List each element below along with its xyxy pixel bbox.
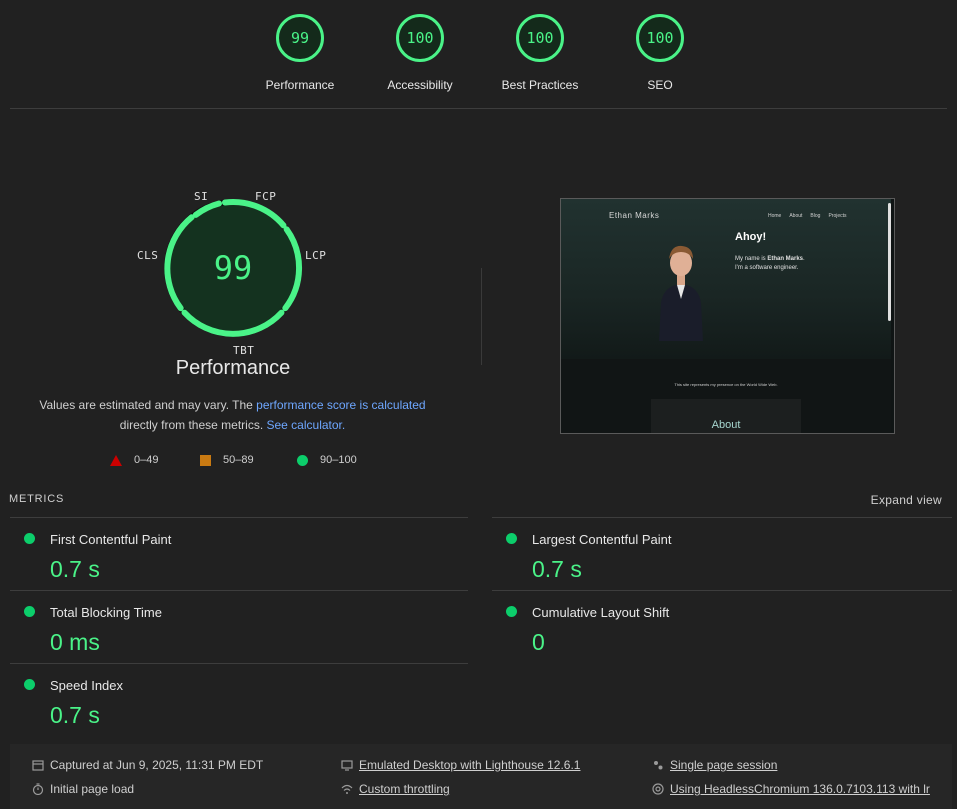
legend-average: 50–89 bbox=[200, 454, 254, 466]
emulated-device[interactable]: Emulated Desktop with Lighthouse 12.6.1 bbox=[341, 758, 580, 772]
intro-name: Ethan Marks bbox=[767, 256, 804, 262]
legend-average-label: 50–89 bbox=[223, 454, 254, 466]
initial-load-text: Initial page load bbox=[50, 782, 135, 796]
nav-blog: Blog bbox=[810, 213, 821, 219]
session-link[interactable]: Single page session bbox=[670, 758, 777, 772]
see-calculator-link[interactable]: See calculator. bbox=[267, 418, 346, 432]
captured-at-text: Captured at Jun 9, 2025, 11:31 PM EDT bbox=[50, 758, 264, 772]
metric-name: Speed Index bbox=[50, 678, 124, 693]
si-label: SI bbox=[194, 190, 209, 203]
emulated-device-link[interactable]: Emulated Desktop with Lighthouse 12.6.1 bbox=[359, 758, 580, 772]
pass-icon bbox=[506, 606, 517, 617]
score-legend: 0–49 50–89 90–100 bbox=[0, 454, 470, 470]
metric-name: Cumulative Layout Shift bbox=[532, 605, 670, 620]
portrait-image bbox=[659, 245, 703, 341]
metric-name: Largest Contentful Paint bbox=[532, 532, 672, 547]
tbt-label: TBT bbox=[233, 344, 255, 357]
hero-intro: My name is Ethan Marks. I'm a software e… bbox=[735, 255, 845, 273]
gauge-seo[interactable]: 100 SEO bbox=[610, 14, 710, 92]
initial-load: Initial page load bbox=[32, 782, 134, 796]
intro-post: . bbox=[803, 256, 805, 262]
timer-icon bbox=[32, 783, 44, 795]
browser-link[interactable]: Using HeadlessChromium 136.0.7103.113 wi… bbox=[670, 782, 930, 796]
legend-bad-label: 0–49 bbox=[134, 454, 159, 466]
metric-value: 0 bbox=[532, 629, 545, 655]
legend-bad: 0–49 bbox=[110, 454, 158, 466]
seo-label: SEO bbox=[647, 78, 673, 92]
site-nav: Home About Blog Projects bbox=[768, 213, 847, 219]
lcp-label: LCP bbox=[305, 249, 327, 262]
nav-projects: Projects bbox=[828, 213, 847, 219]
pass-icon bbox=[24, 679, 35, 690]
nav-about: About bbox=[789, 213, 803, 219]
site-brand: Ethan Marks bbox=[609, 211, 660, 220]
performance-title: Performance bbox=[175, 357, 291, 379]
triangle-icon bbox=[110, 454, 122, 466]
intro-pre: My name is bbox=[735, 256, 768, 262]
cls-label: CLS bbox=[137, 249, 159, 262]
scrollbar bbox=[888, 203, 891, 321]
captured-at: Captured at Jun 9, 2025, 11:31 PM EDT bbox=[32, 758, 263, 772]
chrome-icon bbox=[652, 783, 664, 795]
gauge-performance[interactable]: 99 Performance bbox=[250, 14, 350, 92]
pass-icon bbox=[506, 533, 517, 544]
throttling[interactable]: Custom throttling bbox=[341, 782, 450, 796]
vertical-divider bbox=[481, 268, 482, 365]
metric-value: 0 ms bbox=[50, 629, 100, 655]
pass-icon bbox=[24, 533, 35, 544]
nav-home: Home bbox=[768, 213, 782, 219]
metric-value: 0.7 s bbox=[50, 702, 100, 728]
metric-name: First Contentful Paint bbox=[50, 532, 172, 547]
note-text-2: directly from these metrics. bbox=[119, 418, 264, 432]
seo-score: 100 bbox=[636, 14, 684, 62]
metric-fcp: First Contentful Paint 0.7 s bbox=[10, 517, 468, 590]
score-note: Values are estimated and may vary. The p… bbox=[20, 395, 445, 435]
browser-version[interactable]: Using HeadlessChromium 136.0.7103.113 wi… bbox=[652, 782, 930, 796]
desktop-icon bbox=[341, 760, 353, 771]
metric-si: Speed Index 0.7 s bbox=[10, 663, 468, 736]
accessibility-label: Accessibility bbox=[387, 78, 453, 92]
throttling-link[interactable]: Custom throttling bbox=[359, 782, 450, 796]
square-icon bbox=[200, 454, 211, 466]
best-practices-score: 100 bbox=[516, 14, 564, 62]
metric-value: 0.7 s bbox=[532, 556, 582, 582]
expand-view-toggle[interactable]: Expand view bbox=[871, 493, 942, 507]
category-gauges: 99 Performance 100 Accessibility 100 Bes… bbox=[0, 0, 957, 108]
best-practices-label: Best Practices bbox=[501, 78, 579, 92]
divider bbox=[10, 108, 947, 109]
metric-lcp: Largest Contentful Paint 0.7 s bbox=[492, 517, 952, 590]
legend-good: 90–100 bbox=[297, 454, 357, 466]
gauge-score: 99 bbox=[213, 249, 253, 287]
note-text-1: Values are estimated and may vary. The bbox=[39, 398, 257, 412]
session-type[interactable]: Single page session bbox=[652, 758, 777, 772]
final-screenshot[interactable]: Ethan Marks Home About Blog Projects Aho… bbox=[560, 198, 895, 434]
performance-gauge: 99 SI FCP LCP CLS TBT bbox=[133, 183, 333, 358]
metric-tbt: Total Blocking Time 0 ms bbox=[10, 590, 468, 663]
fcp-label: FCP bbox=[255, 190, 277, 203]
metric-name: Total Blocking Time bbox=[50, 605, 162, 620]
user-session-icon bbox=[654, 761, 663, 770]
metrics-heading: METRICS bbox=[9, 493, 65, 505]
performance-score: 99 bbox=[276, 14, 324, 62]
performance-score-link[interactable]: performance score is calculated bbox=[256, 398, 425, 412]
metric-value: 0.7 s bbox=[50, 556, 100, 582]
accessibility-score: 100 bbox=[396, 14, 444, 62]
legend-good-label: 90–100 bbox=[320, 454, 357, 466]
runtime-settings: Captured at Jun 9, 2025, 11:31 PM EDT In… bbox=[10, 744, 952, 809]
site-tagline: This site represents my presence on the … bbox=[674, 382, 778, 387]
hero-heading: Ahoy! bbox=[735, 231, 767, 243]
about-heading: About bbox=[711, 419, 741, 431]
hero-background bbox=[561, 199, 891, 359]
calendar-icon bbox=[32, 760, 44, 771]
gauge-accessibility[interactable]: 100 Accessibility bbox=[370, 14, 470, 92]
intro-line-2: I'm a software engineer. bbox=[735, 265, 799, 271]
wifi-icon bbox=[341, 784, 353, 794]
gauge-best-practices[interactable]: 100 Best Practices bbox=[490, 14, 590, 92]
pass-icon bbox=[24, 606, 35, 617]
circle-icon bbox=[297, 454, 308, 466]
performance-label: Performance bbox=[265, 78, 335, 92]
metric-cls: Cumulative Layout Shift 0 bbox=[492, 590, 952, 663]
